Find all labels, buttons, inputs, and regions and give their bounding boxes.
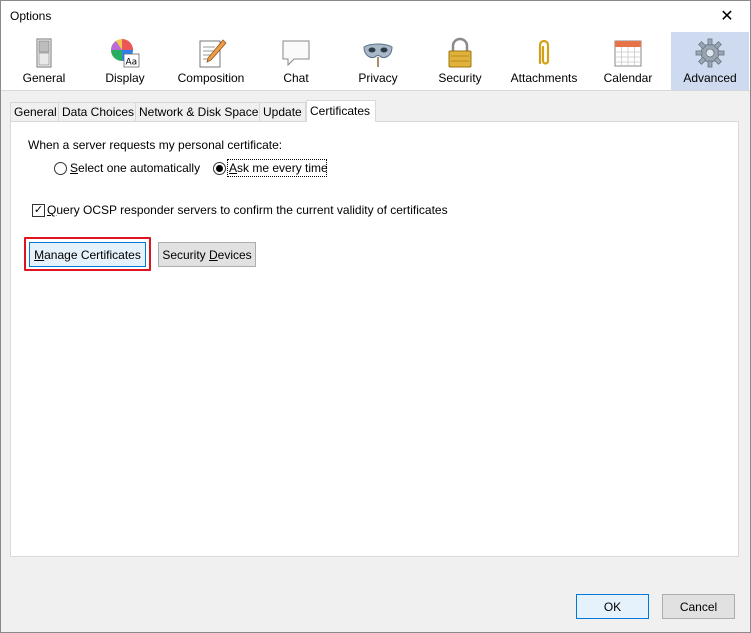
close-button[interactable]: ✕ (704, 1, 750, 31)
request-label: When a server requests my personal certi… (28, 138, 283, 152)
gear-icon (695, 38, 725, 68)
tab-update[interactable]: Update (259, 102, 306, 122)
toolbar-advanced[interactable]: Advanced (671, 32, 749, 90)
title-bar: Options ✕ (1, 1, 750, 31)
toolbar-label: Privacy (358, 71, 398, 85)
toolbar-display[interactable]: Aa Display (86, 32, 164, 90)
notepad-pencil-icon (199, 39, 227, 68)
toolbar-label: Display (105, 71, 145, 85)
toolbar-label: Security (438, 71, 482, 85)
options-window: Options ✕ General Aa Display Composition… (0, 0, 751, 633)
switch-icon (36, 38, 52, 68)
calendar-icon (614, 40, 642, 67)
toolbar-label: Calendar (603, 71, 653, 85)
close-icon: ✕ (720, 8, 734, 25)
toolbar-label: General (22, 71, 66, 85)
toolbar-general[interactable]: General (5, 32, 83, 90)
tab-general[interactable]: General (10, 102, 59, 122)
radio-ask-every-time-label[interactable]: Ask me every time (229, 161, 328, 175)
radio-ask-every-time[interactable] (213, 162, 226, 175)
toolbar-attachments[interactable]: Attachments (503, 32, 585, 90)
tab-data-choices[interactable]: Data Choices (58, 102, 136, 122)
checkmark-icon: ✓ (33, 204, 44, 216)
toolbar-label: Advanced (683, 71, 737, 85)
svg-text:Aa: Aa (126, 58, 138, 68)
toolbar-chat[interactable]: Chat (257, 32, 335, 90)
toolbar-calendar[interactable]: Calendar (589, 32, 667, 90)
window-title: Options (10, 9, 52, 23)
ocsp-label[interactable]: Query OCSP responder servers to confirm … (47, 203, 448, 217)
ocsp-checkbox[interactable]: ✓ (32, 204, 45, 217)
cancel-button[interactable]: Cancel (662, 594, 735, 619)
ok-button[interactable]: OK (576, 594, 649, 619)
toolbar-security[interactable]: Security (421, 32, 499, 90)
tab-certificates[interactable]: Certificates (306, 100, 376, 122)
toolbar-label: Composition (177, 71, 245, 85)
manage-certificates-button[interactable]: Manage Certificates (29, 242, 146, 267)
tab-network-disk-space[interactable]: Network & Disk Space (135, 102, 260, 122)
certificates-panel: When a server requests my personal certi… (10, 121, 739, 557)
padlock-icon (448, 37, 472, 68)
toolbar-privacy[interactable]: Privacy (339, 32, 417, 90)
radio-select-automatically[interactable] (54, 162, 67, 175)
toolbar-label: Chat (283, 71, 309, 85)
paperclip-icon (538, 39, 550, 65)
security-devices-button[interactable]: Security Devices (158, 242, 256, 267)
toolbar-composition[interactable]: Composition (169, 32, 253, 90)
radio-select-automatically-label[interactable]: Select one automatically (70, 161, 200, 175)
speech-bubble-icon (282, 40, 310, 67)
mask-icon (363, 43, 393, 67)
category-toolbar: General Aa Display Composition Chat Priv… (1, 31, 750, 91)
color-palette-icon: Aa (111, 39, 140, 68)
toolbar-label: Attachments (510, 71, 578, 85)
